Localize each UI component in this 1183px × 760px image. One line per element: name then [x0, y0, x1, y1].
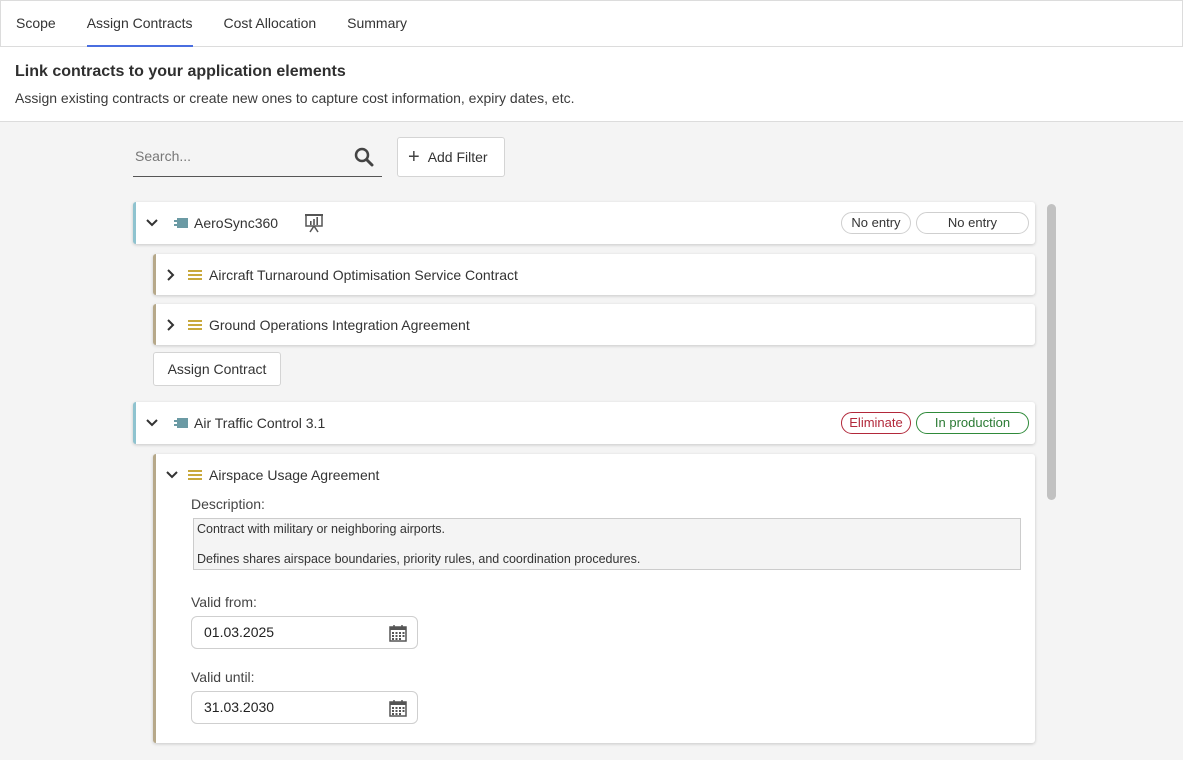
application-icon: [174, 218, 188, 228]
contract-card[interactable]: Aircraft Turnaround Optimisation Service…: [153, 254, 1035, 295]
search-icon[interactable]: [354, 147, 374, 167]
add-filter-label: Add Filter: [427, 149, 488, 165]
application-name: AeroSync360: [194, 215, 279, 231]
tab-summary[interactable]: Summary: [347, 1, 407, 47]
application-card[interactable]: AeroSync360 No entry No entry: [133, 202, 1035, 244]
add-filter-button[interactable]: + Add Filter: [397, 137, 505, 177]
status-badge: Eliminate: [841, 412, 911, 434]
tab-assign-contracts[interactable]: Assign Contracts: [86, 1, 193, 47]
search-bar: [133, 137, 382, 177]
presentation-chart-icon[interactable]: [304, 213, 324, 233]
tab-cost-allocation[interactable]: Cost Allocation: [224, 1, 317, 47]
contract-name: Ground Operations Integration Agreement: [209, 317, 470, 333]
description-field: Contract with military or neighboring ai…: [193, 518, 1021, 570]
application-name: Air Traffic Control 3.1: [194, 415, 326, 431]
chevron-right-icon[interactable]: [161, 265, 181, 285]
valid-until-value: 31.03.2030: [204, 699, 275, 715]
chevron-down-icon[interactable]: [142, 213, 162, 233]
status-badge: No entry: [916, 212, 1029, 234]
description-line: Defines shares airspace boundaries, prio…: [197, 552, 641, 566]
valid-until-label: Valid until:: [191, 669, 255, 685]
description-label: Description:: [191, 496, 265, 512]
page-title: Link contracts to your application eleme…: [15, 63, 346, 80]
description-line: Contract with military or neighboring ai…: [197, 522, 446, 536]
valid-until-field[interactable]: 31.03.2030: [191, 691, 418, 724]
contract-icon: [188, 470, 202, 480]
chevron-down-icon[interactable]: [162, 465, 182, 485]
contract-name: Aircraft Turnaround Optimisation Service…: [209, 267, 518, 283]
calendar-icon[interactable]: [389, 699, 407, 717]
contract-card[interactable]: Ground Operations Integration Agreement: [153, 304, 1035, 345]
scrollbar[interactable]: [1047, 204, 1056, 500]
page-header: Link contracts to your application eleme…: [0, 47, 1183, 122]
search-input[interactable]: [133, 137, 343, 175]
contract-card[interactable]: Airspace Usage Agreement Description: Co…: [153, 454, 1035, 743]
application-icon: [174, 418, 188, 428]
tab-bar: Scope Assign Contracts Cost Allocation S…: [0, 0, 1183, 47]
status-badge: No entry: [841, 212, 911, 234]
valid-from-label: Valid from:: [191, 594, 257, 610]
valid-from-value: 01.03.2025: [204, 624, 275, 640]
contract-name: Airspace Usage Agreement: [209, 467, 380, 483]
calendar-icon[interactable]: [389, 624, 407, 642]
assign-contract-button[interactable]: Assign Contract: [153, 352, 281, 386]
chevron-down-icon[interactable]: [142, 413, 162, 433]
plus-icon: +: [408, 146, 420, 168]
tab-scope[interactable]: Scope: [16, 1, 56, 47]
page-subtitle: Assign existing contracts or create new …: [15, 90, 575, 106]
contract-icon: [188, 270, 202, 280]
application-card[interactable]: Air Traffic Control 3.1 Eliminate In pro…: [133, 402, 1035, 444]
contract-icon: [188, 320, 202, 330]
chevron-right-icon[interactable]: [161, 315, 181, 335]
valid-from-field[interactable]: 01.03.2025: [191, 616, 418, 649]
status-badge: In production: [916, 412, 1029, 434]
